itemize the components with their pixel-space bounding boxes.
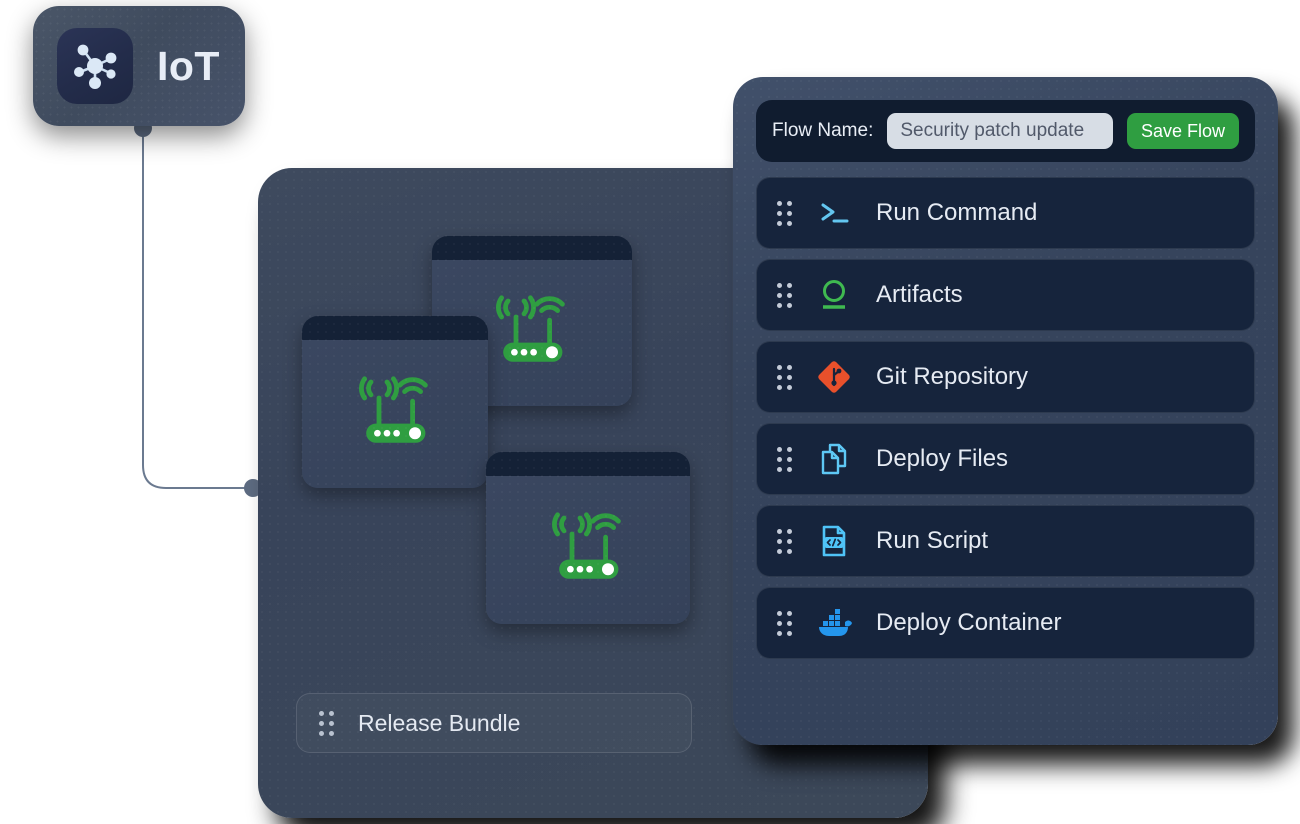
device-card-titlebar bbox=[486, 452, 690, 476]
drag-handle-icon[interactable] bbox=[777, 446, 792, 472]
drag-handle-icon[interactable] bbox=[777, 200, 792, 226]
flow-item-deploy-files[interactable]: Deploy Files bbox=[756, 423, 1255, 495]
flow-name-label: Flow Name: bbox=[772, 120, 874, 141]
drag-handle-icon[interactable] bbox=[777, 364, 792, 390]
copy-files-icon bbox=[814, 442, 854, 476]
iot-badge[interactable]: IoT bbox=[33, 6, 245, 126]
flow-header: Flow Name: Save Flow bbox=[756, 100, 1255, 162]
drag-handle-icon[interactable] bbox=[777, 282, 792, 308]
flow-item-label: Run Script bbox=[876, 527, 989, 554]
release-bundle-item[interactable]: Release Bundle bbox=[296, 693, 692, 753]
flow-panel: Flow Name: Save Flow Run Command bbox=[733, 77, 1278, 745]
drag-handle-icon[interactable] bbox=[777, 610, 792, 636]
docker-whale-icon bbox=[814, 608, 854, 638]
device-card-titlebar bbox=[302, 316, 488, 340]
flow-item-label: Deploy Files bbox=[876, 445, 1009, 472]
flow-item-run-command[interactable]: Run Command bbox=[756, 177, 1255, 249]
flow-item-label: Run Command bbox=[876, 199, 1038, 226]
connector-path bbox=[142, 128, 253, 489]
device-card-left[interactable] bbox=[302, 316, 488, 488]
flow-name-input[interactable] bbox=[887, 113, 1113, 149]
flow-item-run-script[interactable]: Run Script bbox=[756, 505, 1255, 577]
app-canvas: IoT Release Bundle Flow Name: Security p… bbox=[0, 0, 1300, 824]
terminal-prompt-icon bbox=[814, 198, 854, 228]
drag-handle-icon[interactable] bbox=[319, 710, 334, 736]
flow-item-deploy-container[interactable]: Deploy Container bbox=[756, 587, 1255, 659]
device-card-bottom[interactable] bbox=[486, 452, 690, 624]
wifi-router-icon bbox=[496, 295, 565, 362]
device-card-titlebar bbox=[432, 236, 632, 260]
device-card-body bbox=[486, 476, 690, 624]
network-hub-icon bbox=[74, 44, 117, 89]
save-flow-button[interactable]: Save Flow bbox=[1126, 113, 1239, 149]
flow-item-label: Git Repository bbox=[876, 363, 1029, 390]
drag-handle-icon[interactable] bbox=[777, 528, 792, 554]
release-bundle-label: Release Bundle bbox=[358, 709, 521, 736]
iot-badge-label: IoT bbox=[157, 42, 220, 89]
git-logo-icon bbox=[814, 359, 854, 395]
flow-item-label: Artifacts bbox=[876, 281, 963, 308]
flow-item-label: Deploy Container bbox=[876, 609, 1062, 636]
flow-step-list: Run Command Artifacts Git Repository Dep… bbox=[756, 177, 1255, 659]
device-card-body bbox=[302, 340, 488, 488]
flow-item-artifacts[interactable]: Artifacts bbox=[756, 259, 1255, 331]
artifactory-ring-icon bbox=[814, 278, 854, 312]
iot-icon-tile bbox=[57, 28, 133, 104]
flow-item-git-repository[interactable]: Git Repository bbox=[756, 341, 1255, 413]
wifi-router-icon bbox=[552, 512, 621, 579]
code-file-icon bbox=[814, 524, 854, 558]
wifi-router-icon bbox=[359, 376, 428, 443]
